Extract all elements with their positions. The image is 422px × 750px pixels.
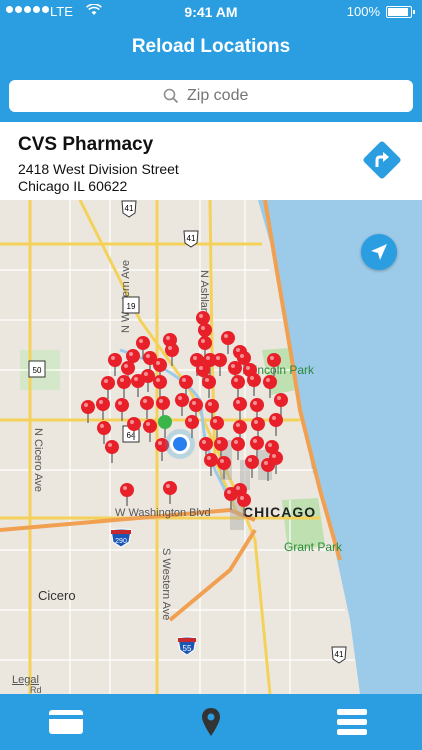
menu-icon[interactable] — [335, 706, 371, 738]
search-bar — [0, 72, 422, 122]
location-pin[interactable] — [163, 481, 177, 504]
location-pin[interactable] — [204, 453, 218, 476]
location-pin[interactable] — [267, 353, 281, 376]
status-bar: LTE 9:41 AM 100% — [0, 0, 422, 24]
location-pin[interactable] — [105, 440, 119, 463]
location-pin[interactable] — [202, 375, 216, 398]
location-pin[interactable] — [231, 375, 245, 398]
location-pin[interactable] — [140, 396, 154, 419]
search-field[interactable] — [9, 80, 413, 112]
page-title: Reload Locations — [131, 36, 291, 57]
selected-location-pin[interactable] — [158, 415, 172, 438]
location-pin[interactable] — [131, 374, 145, 397]
location-pin[interactable] — [96, 397, 110, 420]
location-pin[interactable] — [117, 375, 131, 398]
location-pin[interactable] — [210, 416, 224, 439]
directions-icon[interactable] — [362, 140, 402, 180]
search-icon — [163, 88, 179, 104]
user-location-dot — [170, 434, 190, 454]
location-pin[interactable] — [120, 483, 134, 506]
location-pin[interactable] — [97, 421, 111, 444]
search-input[interactable] — [185, 86, 259, 106]
location-pin[interactable] — [153, 375, 167, 398]
location-pin[interactable] — [245, 455, 259, 478]
location-pin[interactable] — [81, 400, 95, 423]
location-name: CVS Pharmacy — [18, 134, 154, 155]
location-arrow-icon — [371, 244, 387, 260]
location-pin[interactable] — [101, 376, 115, 399]
card-icon[interactable] — [48, 706, 84, 738]
location-card[interactable]: CVS Pharmacy 2418 West Division Street C… — [0, 122, 422, 201]
location-pin[interactable] — [165, 343, 179, 366]
location-pin[interactable] — [217, 456, 231, 479]
header: LTE 9:41 AM 100% Reload Locations — [0, 0, 422, 72]
pin-icon[interactable] — [193, 706, 229, 738]
location-pin[interactable] — [108, 353, 122, 376]
tab-bar — [0, 694, 422, 750]
battery-icon — [386, 6, 415, 18]
pins-layer — [81, 311, 288, 516]
location-pin[interactable] — [221, 331, 235, 354]
location-pin[interactable] — [237, 493, 251, 516]
location-pin[interactable] — [127, 417, 141, 440]
location-pin[interactable] — [213, 353, 227, 376]
locate-me-button[interactable] — [361, 234, 397, 270]
location-pin[interactable] — [115, 398, 129, 421]
location-pin[interactable] — [263, 375, 277, 398]
location-pin[interactable] — [261, 458, 275, 481]
location-pin[interactable] — [143, 419, 157, 442]
location-city: Chicago IL 60622 — [18, 178, 128, 194]
location-pin[interactable] — [185, 415, 199, 438]
location-pin[interactable] — [155, 438, 169, 461]
location-pin[interactable] — [175, 393, 189, 416]
battery-percent: 100% — [346, 4, 380, 19]
location-pin[interactable] — [247, 373, 261, 396]
location-pin[interactable] — [269, 413, 283, 436]
location-pin[interactable] — [274, 393, 288, 416]
map[interactable]: N Western Ave N Ashland Ave N Cicero Ave… — [0, 200, 422, 694]
location-pin[interactable] — [231, 437, 245, 460]
location-pin[interactable] — [233, 397, 247, 420]
location-street: 2418 West Division Street — [18, 161, 179, 177]
